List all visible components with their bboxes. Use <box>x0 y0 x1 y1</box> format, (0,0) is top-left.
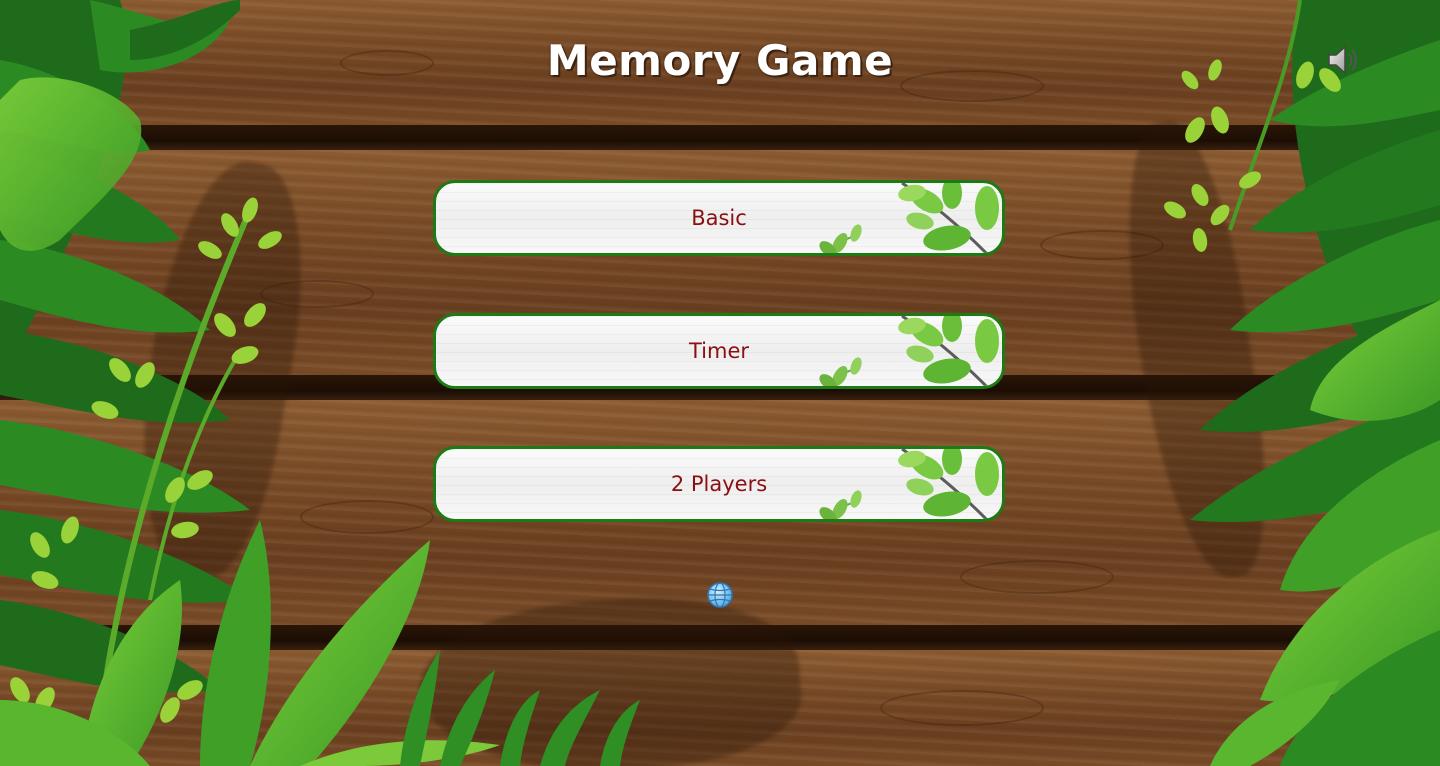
page-title: Memory Game <box>546 36 894 85</box>
button-label: Timer <box>688 339 750 363</box>
game-scene: Memory Game Basic Timer 2 Players <box>0 0 1440 766</box>
speaker-icon <box>1328 45 1357 75</box>
globe-icon <box>707 582 733 608</box>
timer-mode-button[interactable]: Timer <box>433 313 1005 389</box>
button-label: Basic <box>691 206 747 230</box>
language-button[interactable] <box>706 581 734 609</box>
button-label: 2 Players <box>670 472 768 496</box>
right-palm-fronds <box>1164 0 1440 766</box>
basic-mode-button[interactable]: Basic <box>433 180 1005 256</box>
sound-toggle-button[interactable] <box>1324 42 1362 78</box>
two-players-mode-button[interactable]: 2 Players <box>433 446 1005 522</box>
